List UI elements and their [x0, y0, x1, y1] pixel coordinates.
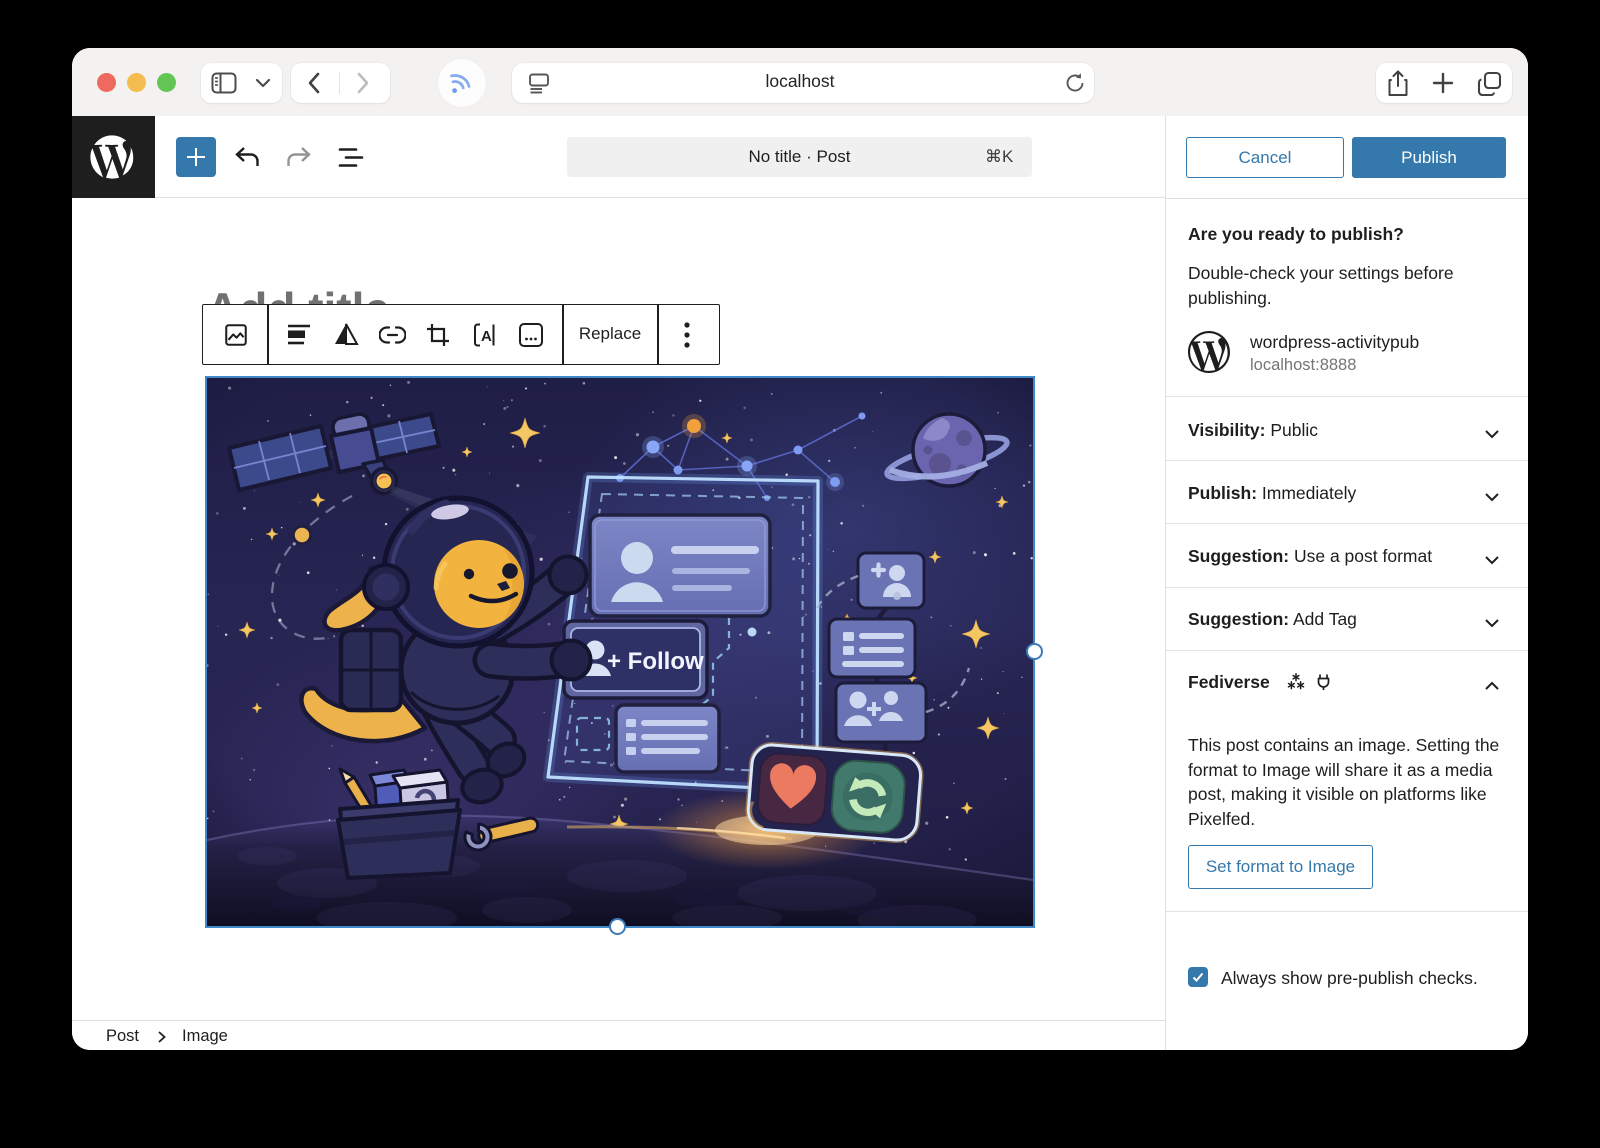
svg-text:A: A	[481, 328, 492, 345]
svg-text:+ Follow: + Follow	[607, 648, 704, 675]
